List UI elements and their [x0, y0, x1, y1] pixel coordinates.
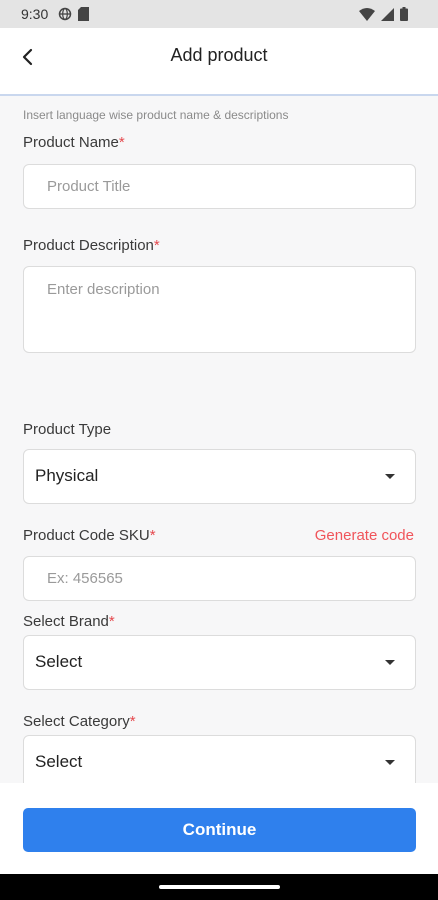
footer: Continue [0, 783, 438, 874]
select-brand-label-text: Select Brand [23, 613, 109, 630]
required-mark: * [129, 713, 136, 730]
home-indicator[interactable] [159, 885, 280, 889]
page-title: Add product [170, 45, 268, 65]
battery-icon [400, 7, 408, 21]
product-name-input[interactable]: Product Title [23, 164, 416, 209]
product-description-textarea[interactable]: Enter description [23, 266, 416, 353]
sd-card-icon [78, 7, 89, 21]
signal-icon [381, 7, 394, 21]
category-select-value: Select [35, 752, 83, 771]
product-name-label: Product Name* [23, 134, 125, 151]
status-right-icons [359, 7, 408, 21]
status-left-icons [58, 7, 89, 21]
select-category-label-text: Select Category [23, 713, 130, 730]
required-mark: * [153, 237, 160, 254]
wifi-icon [359, 7, 375, 21]
status-time: 9:30 [21, 6, 49, 22]
product-description-label-text: Product Description [23, 237, 154, 254]
generate-code-link[interactable]: Generate code [315, 527, 414, 544]
product-name-placeholder: Product Title [47, 178, 131, 195]
product-description-label: Product Description* [23, 237, 160, 254]
globe-icon [58, 7, 72, 21]
language-hint: Insert language wise product name & desc… [23, 108, 289, 122]
product-name-label-text: Product Name [23, 134, 119, 151]
product-code-input[interactable]: Ex: 456565 [23, 556, 416, 601]
product-type-value: Physical [35, 466, 99, 485]
select-brand-label: Select Brand* [23, 613, 115, 630]
category-select[interactable]: Select [23, 735, 416, 783]
required-mark: * [149, 527, 156, 544]
required-mark: * [118, 134, 125, 151]
select-category-label: Select Category* [23, 713, 136, 730]
continue-button[interactable]: Continue [23, 808, 416, 852]
product-type-select[interactable]: Physical [23, 449, 416, 504]
status-bar: 9:30 [0, 0, 438, 28]
product-form: Insert language wise product name & desc… [0, 96, 438, 783]
product-description-placeholder: Enter description [47, 281, 160, 298]
product-type-label: Product Type [23, 421, 112, 438]
dropdown-caret-icon [385, 760, 395, 765]
brand-select-value: Select [35, 652, 83, 671]
app-header: Add product [0, 28, 438, 86]
product-code-placeholder: Ex: 456565 [47, 570, 123, 587]
product-code-label-text: Product Code SKU [23, 527, 150, 544]
dropdown-caret-icon [385, 660, 395, 665]
navigation-bar [0, 874, 438, 900]
dropdown-caret-icon [385, 474, 395, 479]
required-mark: * [108, 613, 115, 630]
brand-select[interactable]: Select [23, 635, 416, 690]
product-code-label: Product Code SKU* [23, 527, 156, 544]
